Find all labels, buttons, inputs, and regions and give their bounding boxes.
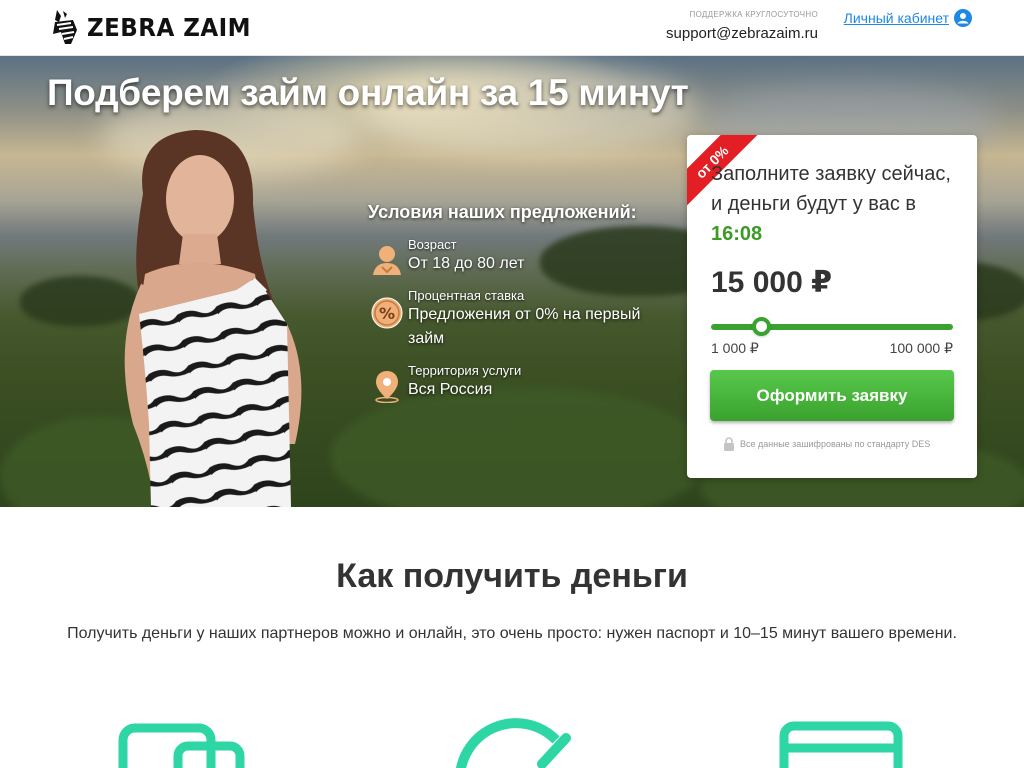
account-link-label[interactable]: Личный кабинет — [844, 10, 949, 26]
form-lead: Заполните заявку сейчас, и деньги будут … — [711, 159, 961, 249]
user-circle-icon[interactable] — [954, 9, 972, 27]
delivery-time: 16:08 — [711, 223, 763, 245]
support-email[interactable]: support@zebrazaim.ru — [666, 25, 818, 42]
hero-title: Подберем займ онлайн за 15 минут — [47, 72, 689, 113]
lock-icon — [724, 437, 734, 451]
support-caption: ПОДДЕРЖКА КРУГЛОСУТОЧНО — [689, 10, 818, 19]
percent-icon: % — [371, 297, 403, 329]
location-pin-icon — [375, 371, 399, 403]
offer-label: Процентная ставка — [408, 288, 525, 303]
section-description: Получить деньги у наших партнеров можно … — [67, 625, 957, 642]
offer-value: Предложения от 0% на первый займ — [408, 306, 641, 347]
amount-slider[interactable] — [711, 317, 953, 336]
svg-text:%: % — [379, 304, 395, 323]
logo-text: ZEBRA ZAIM — [87, 12, 251, 42]
person-icon — [373, 246, 401, 275]
support-block: ПОДДЕРЖКА КРУГЛОСУТОЧНО support@zebrazai… — [666, 10, 818, 42]
offer-item-rate: % Процентная ставка Предложения от 0% на… — [368, 288, 668, 351]
offer-label: Территория услуги — [408, 363, 522, 378]
hero-section: Подберем займ онлайн за 15 минут Условия… — [0, 56, 1024, 507]
offer-item-territory: Территория услуги Вся Россия — [368, 363, 668, 403]
offers-panel: Условия наших предложений: Возраст От 18… — [368, 202, 668, 403]
slider-max-label: 100 000 ₽ — [889, 340, 953, 356]
card-icon — [779, 721, 903, 768]
offer-value: От 18 до 80 лет — [408, 255, 525, 272]
offer-value: Вся Россия — [408, 381, 493, 398]
section-title: Как получить деньги — [336, 557, 688, 595]
background-bush — [330, 386, 710, 507]
amount-slider-handle[interactable] — [752, 317, 771, 336]
offer-label: Возраст — [408, 237, 457, 252]
form-lead-text: Заполните заявку сейчас, и деньги будут … — [711, 163, 951, 215]
model-illustration — [124, 130, 302, 507]
security-note-text: Все данные зашифрованы по стандарту DES — [740, 439, 931, 449]
loan-amount: 15 000 ₽ — [711, 266, 832, 299]
application-form: от 0% Заполните заявку сейчас, и деньги … — [687, 135, 977, 478]
site-header: ZEBRA ZAIM ПОДДЕРЖКА КРУГЛОСУТОЧНО suppo… — [0, 0, 1024, 56]
logo[interactable]: ZEBRA ZAIM — [47, 8, 265, 46]
devices-icon — [118, 723, 245, 768]
offers-title: Условия наших предложений: — [368, 202, 637, 222]
offer-item-age: Возраст От 18 до 80 лет — [368, 237, 668, 276]
slider-min-label: 1 000 ₽ — [711, 340, 759, 356]
submit-application-button[interactable]: Оформить заявку — [710, 370, 954, 421]
account-link[interactable]: Личный кабинет — [844, 9, 972, 27]
timer-icon — [456, 718, 571, 768]
zebra-icon — [53, 10, 77, 44]
security-note: Все данные зашифрованы по стандарту DES — [723, 436, 930, 452]
